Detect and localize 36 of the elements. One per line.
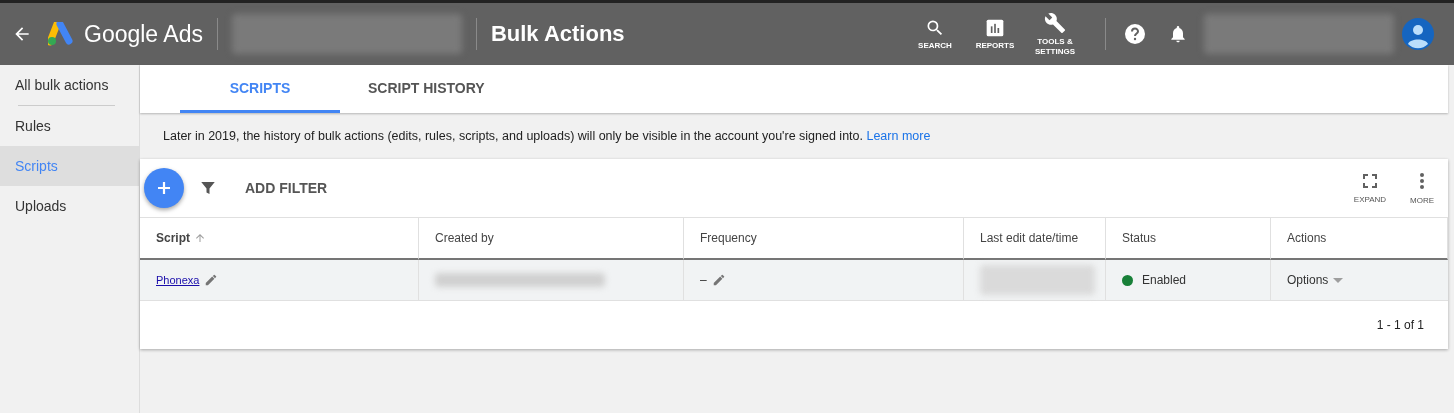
tab[interactable]: SCRIPT HISTORY	[340, 65, 513, 113]
sort-arrow-icon[interactable]	[194, 232, 206, 244]
wrench-icon	[1044, 11, 1066, 34]
frequency-text: –	[700, 273, 707, 287]
page-title: Bulk Actions	[490, 21, 625, 47]
caret-icon	[1333, 277, 1344, 283]
notice-text: Later in 2019, the history of bulk actions (edits, rules, scripts, and uploads) will only be visible in the account you're signed into. Learn more	[162, 128, 932, 145]
toolbar-button[interactable]: REPORTS	[965, 17, 1025, 51]
script-link[interactable]: Phonexa	[156, 274, 200, 286]
add-filter-button[interactable]: ADD FILTER	[239, 179, 334, 197]
sidebar-item[interactable]: All bulk actions	[0, 65, 139, 105]
pencil-icon[interactable]	[711, 273, 726, 287]
more-icon	[1419, 171, 1425, 190]
toolbar-button[interactable]: TOOLS & SETTINGS	[1025, 11, 1085, 57]
learn-more-link[interactable]: Learn more	[866, 129, 931, 143]
logo-icon	[48, 22, 74, 46]
help-icon[interactable]	[1124, 23, 1146, 45]
brand-name: Google Ads	[84, 20, 203, 48]
options-dropdown[interactable]: Options	[1287, 273, 1344, 287]
plus-icon	[156, 180, 172, 196]
expand-icon	[1362, 172, 1378, 189]
toolbar-action[interactable]: EXPAND	[1344, 172, 1396, 204]
tab[interactable]: SCRIPTS	[180, 65, 340, 113]
toolbar-button[interactable]: SEARCH	[905, 17, 965, 51]
column-label: Script	[156, 231, 190, 245]
avatar-icon[interactable]	[1402, 18, 1434, 50]
toolbar-action[interactable]: MORE	[1396, 171, 1448, 205]
pencil-icon[interactable]	[204, 273, 219, 287]
status-text: Enabled	[1142, 273, 1187, 287]
sidebar-item[interactable]: Rules	[0, 106, 139, 146]
bell-icon[interactable]	[1168, 23, 1188, 45]
sidebar-item[interactable]: Uploads	[0, 186, 139, 226]
filter-icon[interactable]	[199, 179, 217, 197]
pagination-text: 1 - 1 of 1	[1376, 318, 1424, 332]
bar-chart-icon	[985, 17, 1005, 38]
add-button[interactable]	[144, 168, 184, 208]
